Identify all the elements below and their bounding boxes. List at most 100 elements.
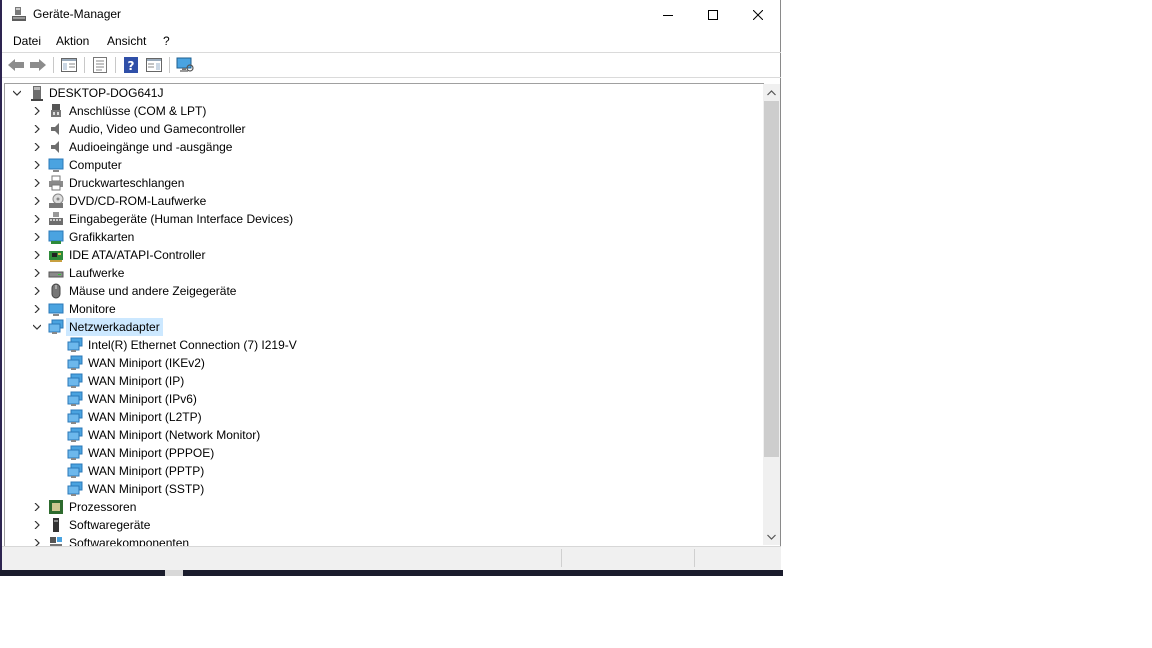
expand-chevron-icon[interactable] [33, 521, 41, 529]
tree-item-computer[interactable]: Computer [5, 156, 764, 174]
network-adapter-item[interactable]: WAN Miniport (PPPOE) [5, 444, 764, 462]
chevron-down-icon [767, 534, 776, 540]
network-adapter-item[interactable]: Intel(R) Ethernet Connection (7) I219-V [5, 336, 764, 354]
network-adapter-item[interactable]: WAN Miniport (IP) [5, 372, 764, 390]
menu-bar: Datei Aktion Ansicht ? [2, 31, 781, 51]
tree-item-label: Anschlüsse (COM & LPT) [69, 104, 207, 118]
properties-button[interactable] [90, 56, 110, 74]
maximize-button[interactable] [690, 0, 736, 30]
network-adapter-item[interactable]: WAN Miniport (IPv6) [5, 390, 764, 408]
expand-chevron-icon[interactable] [33, 305, 41, 313]
expand-chevron-icon[interactable] [33, 233, 41, 241]
show-hide-tree-button[interactable] [59, 56, 79, 74]
tree-item-label: Audio, Video und Gamecontroller [69, 122, 246, 136]
status-pane-divider [694, 549, 695, 567]
device-tree[interactable]: DESKTOP-DOG641J Anschlüsse (COM & LPT) A… [4, 83, 764, 546]
scroll-down-button[interactable] [763, 528, 780, 545]
tree-root[interactable]: DESKTOP-DOG641J [5, 84, 764, 102]
tree-item-softwarekomponenten[interactable]: Softwarekomponenten [5, 534, 764, 546]
expand-chevron-icon[interactable] [33, 539, 41, 546]
network-adapter-label: WAN Miniport (L2TP) [88, 410, 202, 424]
tree-item-anschluesse[interactable]: Anschlüsse (COM & LPT) [5, 102, 764, 120]
speaker-icon [51, 123, 59, 135]
expand-chevron-icon[interactable] [33, 125, 41, 133]
taskbar-item [165, 570, 183, 576]
toolbar-separator [169, 57, 170, 73]
tree-item-label: Prozessoren [69, 500, 137, 514]
tree-item-grafikkarten[interactable]: Grafikkarten [5, 228, 764, 246]
tree-item-eingabegeraete[interactable]: Eingabegeräte (Human Interface Devices) [5, 210, 764, 228]
expand-chevron-icon[interactable] [33, 503, 41, 511]
display-adapter-icon [48, 230, 64, 244]
toolbar-separator [115, 57, 116, 73]
tree-item-druckwarteschlangen[interactable]: Druckwarteschlangen [5, 174, 764, 192]
tree-item-dvd[interactable]: DVD/CD-ROM-Laufwerke [5, 192, 764, 210]
tree-item-label: Softwarekomponenten [69, 536, 190, 546]
network-adapter-label: Intel(R) Ethernet Connection (7) I219-V [88, 338, 297, 352]
title-bar[interactable]: Geräte-Manager [2, 0, 781, 30]
tree-item-audio-video[interactable]: Audio, Video und Gamecontroller [5, 120, 764, 138]
tree-item-softwaregeraete[interactable]: Softwaregeräte [5, 516, 764, 534]
network-adapter-item[interactable]: WAN Miniport (L2TP) [5, 408, 764, 426]
close-button[interactable] [735, 0, 781, 30]
tree-item-audio-io[interactable]: Audioeingänge und -ausgänge [5, 138, 764, 156]
minimize-icon [663, 15, 673, 16]
expand-chevron-icon[interactable] [33, 143, 41, 151]
scroll-up-button[interactable] [763, 84, 780, 101]
mouse-icon [51, 283, 61, 299]
window-title: Geräte-Manager [33, 7, 122, 21]
software-device-icon [53, 518, 59, 532]
device-manager-app-icon [11, 6, 27, 22]
network-adapter-item[interactable]: WAN Miniport (IKEv2) [5, 354, 764, 372]
network-adapter-icon [67, 355, 83, 370]
scroll-thumb[interactable] [764, 101, 779, 457]
forward-arrow-icon [30, 59, 46, 71]
toolbar-separator [53, 57, 54, 73]
network-adapter-label: WAN Miniport (PPTP) [88, 464, 205, 478]
properties-icon [93, 57, 107, 73]
menu-ansicht[interactable]: Ansicht [107, 34, 146, 48]
tree-item-label-selected: Netzwerkadapter [66, 318, 163, 336]
tree-item-label: Druckwarteschlangen [69, 176, 185, 190]
forward-button[interactable] [28, 56, 48, 74]
network-adapter-item[interactable]: WAN Miniport (Network Monitor) [5, 426, 764, 444]
help-button[interactable]: ? [121, 56, 141, 74]
tree-item-label: Mäuse und andere Zeigegeräte [69, 284, 237, 298]
tree-item-prozessoren[interactable]: Prozessoren [5, 498, 764, 516]
vertical-scrollbar[interactable] [763, 84, 780, 545]
expand-chevron-icon[interactable] [33, 287, 41, 295]
menu-help[interactable]: ? [163, 34, 170, 48]
toolbar: ? [2, 53, 781, 77]
menu-aktion[interactable]: Aktion [56, 34, 89, 48]
tree-item-netzwerkadapter[interactable]: Netzwerkadapter [5, 318, 764, 336]
scan-hardware-button[interactable] [175, 56, 195, 74]
tree-item-laufwerke[interactable]: Laufwerke [5, 264, 764, 282]
expand-chevron-icon[interactable] [33, 107, 41, 115]
collapse-chevron-icon[interactable] [13, 89, 21, 97]
back-button[interactable] [6, 56, 26, 74]
expand-chevron-icon[interactable] [33, 179, 41, 187]
tree-item-maeuse[interactable]: Mäuse und andere Zeigegeräte [5, 282, 764, 300]
port-icon [51, 104, 61, 117]
expand-chevron-icon[interactable] [33, 161, 41, 169]
tree-item-label: Audioeingänge und -ausgänge [69, 140, 233, 154]
menu-datei[interactable]: Datei [13, 34, 41, 48]
collapse-chevron-icon[interactable] [33, 323, 41, 331]
tree-item-label: Computer [69, 158, 122, 172]
network-adapter-label: WAN Miniport (PPPOE) [88, 446, 215, 460]
minimize-button[interactable] [645, 0, 691, 30]
action-pane-icon [146, 58, 162, 72]
close-icon [753, 10, 763, 20]
controller-card-icon [49, 251, 63, 262]
action-pane-button[interactable] [144, 56, 164, 74]
network-adapter-icon [67, 409, 83, 424]
network-adapter-item[interactable]: WAN Miniport (PPTP) [5, 462, 764, 480]
network-adapter-item[interactable]: WAN Miniport (SSTP) [5, 480, 764, 498]
expand-chevron-icon[interactable] [33, 269, 41, 277]
tree-item-monitore[interactable]: Monitore [5, 300, 764, 318]
expand-chevron-icon[interactable] [33, 197, 41, 205]
printer-icon [49, 175, 63, 191]
expand-chevron-icon[interactable] [33, 215, 41, 223]
expand-chevron-icon[interactable] [33, 251, 41, 259]
tree-item-ide[interactable]: IDE ATA/ATAPI-Controller [5, 246, 764, 264]
